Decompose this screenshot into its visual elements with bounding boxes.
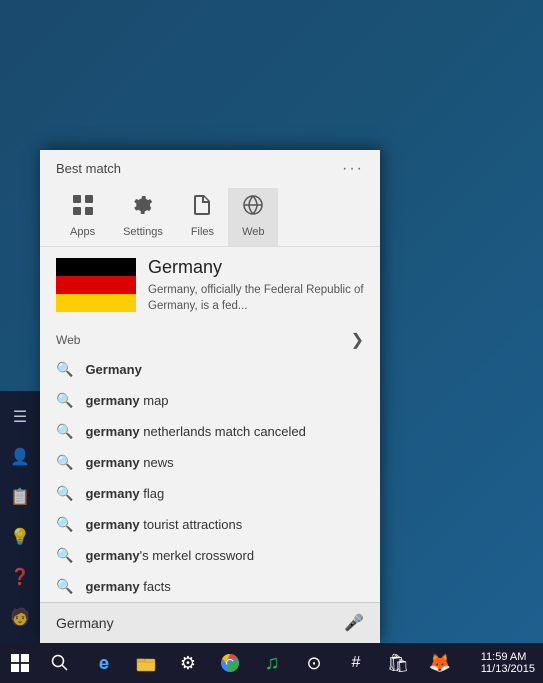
files-tab-icon	[193, 194, 211, 222]
result-text-7: germany facts	[85, 579, 170, 594]
tab-apps[interactable]: Apps	[56, 188, 109, 246]
tab-web[interactable]: Web	[228, 188, 278, 246]
result-item-6[interactable]: 🔍 germany's merkel crossword	[40, 540, 380, 571]
taskbar-chrome-icon[interactable]	[210, 643, 250, 683]
sidebar-icon-bulb[interactable]: 💡	[2, 519, 38, 555]
more-options-button[interactable]: ···	[342, 160, 364, 178]
best-match-description: Germany, officially the Federal Republic…	[148, 282, 364, 314]
taskbar-time: 11:59 AM11/13/2015	[481, 651, 535, 675]
tab-apps-label: Apps	[70, 226, 95, 238]
result-item-7[interactable]: 🔍 germany facts	[40, 571, 380, 602]
desktop: ☰ 👤 📋 💡 ❓ 🧑 Best match ···	[0, 0, 543, 683]
start-menu: Best match ··· Apps	[40, 150, 380, 643]
tab-web-label: Web	[242, 226, 264, 238]
search-bar: 🎤	[40, 602, 380, 643]
taskbar-store-icon[interactable]: 🛍	[378, 643, 418, 683]
search-input[interactable]	[56, 615, 344, 631]
best-match-result[interactable]: Germany Germany, officially the Federal …	[40, 247, 380, 324]
flag-stripe-red	[56, 276, 136, 294]
taskbar-settings-icon[interactable]: ⚙	[168, 643, 208, 683]
result-item-2[interactable]: 🔍 germany netherlands match canceled	[40, 416, 380, 447]
search-icon	[51, 654, 69, 672]
windows-logo-icon	[11, 654, 29, 672]
result-text-1: germany map	[85, 393, 168, 408]
chrome-icon	[220, 653, 240, 673]
taskbar-circle-icon[interactable]: ⊙	[294, 643, 334, 683]
taskbar-edge-icon[interactable]: 𝐞	[84, 643, 124, 683]
search-icon-3: 🔍	[56, 454, 73, 471]
search-icon-7: 🔍	[56, 578, 73, 595]
taskbar-spotify-icon[interactable]: ♫	[252, 643, 292, 683]
result-text-0: Germany	[85, 362, 141, 377]
tab-settings[interactable]: Settings	[109, 188, 177, 246]
results-list: 🔍 Germany 🔍 germany map 🔍 germany nether…	[40, 354, 380, 602]
result-item-3[interactable]: 🔍 germany news	[40, 447, 380, 478]
best-match-name: Germany	[148, 257, 364, 278]
taskbar-firefox-icon[interactable]: 🦊	[420, 643, 460, 683]
search-icon-6: 🔍	[56, 547, 73, 564]
result-item-4[interactable]: 🔍 germany flag	[40, 478, 380, 509]
result-text-4: germany flag	[85, 486, 164, 501]
search-icon-0: 🔍	[56, 361, 73, 378]
taskbar-explorer-icon[interactable]	[126, 643, 166, 683]
web-tab-icon	[242, 194, 264, 222]
germany-flag	[56, 258, 136, 312]
web-section-arrow[interactable]: ❯	[351, 330, 364, 350]
web-section-header: Web ❯	[40, 324, 380, 354]
best-match-label: Best match	[56, 161, 121, 176]
microphone-icon[interactable]: 🎤	[344, 613, 364, 633]
search-icon-2: 🔍	[56, 423, 73, 440]
menu-tabs: Apps Settings Files	[40, 184, 380, 247]
result-text-2: germany netherlands match canceled	[85, 424, 305, 439]
taskbar-search-button[interactable]	[40, 643, 80, 683]
tab-settings-label: Settings	[123, 226, 163, 238]
result-item-5[interactable]: 🔍 germany tourist attractions	[40, 509, 380, 540]
flag-stripe-yellow	[56, 294, 136, 312]
sidebar-icon-user[interactable]: 👤	[2, 439, 38, 475]
sidebar-icon-person[interactable]: 🧑	[2, 599, 38, 635]
search-icon-5: 🔍	[56, 516, 73, 533]
flag-stripe-black	[56, 258, 136, 276]
tab-files[interactable]: Files	[177, 188, 228, 246]
result-item-0[interactable]: 🔍 Germany	[40, 354, 380, 385]
sidebar-icon-hamburger[interactable]: ☰	[2, 399, 38, 435]
sidebar-icon-help[interactable]: ❓	[2, 559, 38, 595]
taskbar-pinned-apps: 𝐞 ⚙ ♫ ⊙ #	[84, 643, 460, 683]
settings-tab-icon	[132, 194, 154, 222]
web-section-title: Web	[56, 333, 80, 347]
start-button[interactable]	[0, 643, 40, 683]
sidebar-icon-file[interactable]: 📋	[2, 479, 38, 515]
tab-files-label: Files	[191, 226, 214, 238]
result-text-5: germany tourist attractions	[85, 517, 242, 532]
result-text-3: germany news	[85, 455, 173, 470]
taskbar: 𝐞 ⚙ ♫ ⊙ #	[0, 643, 543, 683]
apps-tab-icon	[72, 194, 94, 222]
left-sidebar: ☰ 👤 📋 💡 ❓ 🧑	[0, 391, 40, 643]
file-explorer-icon	[136, 654, 156, 672]
taskbar-hashtag-icon[interactable]: #	[336, 643, 376, 683]
taskbar-right: 11:59 AM11/13/2015	[481, 651, 543, 675]
result-item-1[interactable]: 🔍 germany map	[40, 385, 380, 416]
menu-header: Best match ···	[40, 150, 380, 184]
result-text-6: germany's merkel crossword	[85, 548, 254, 563]
best-match-info: Germany Germany, officially the Federal …	[148, 257, 364, 314]
search-icon-4: 🔍	[56, 485, 73, 502]
search-icon-1: 🔍	[56, 392, 73, 409]
